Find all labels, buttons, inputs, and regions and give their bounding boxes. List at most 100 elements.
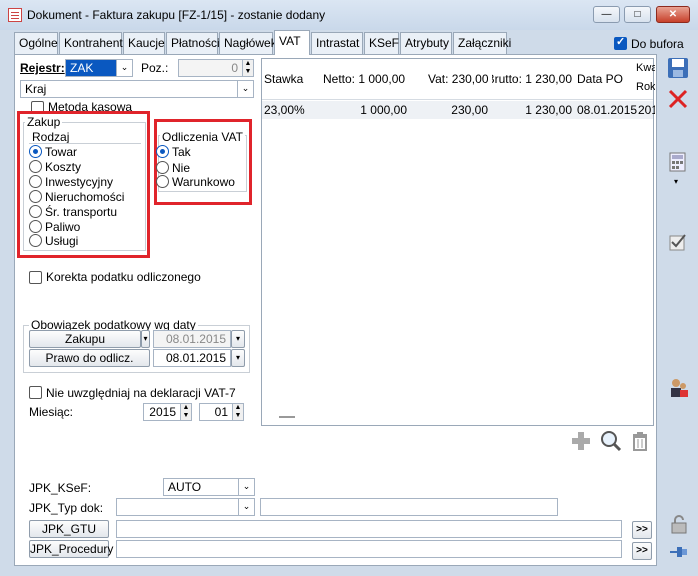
calculator-icon[interactable] <box>668 152 688 174</box>
month-spinner[interactable]: ▲ ▼ <box>232 403 244 421</box>
col-stawka[interactable]: Stawka <box>264 59 320 99</box>
col-rok[interactable]: Rok <box>636 81 655 97</box>
col-vat[interactable]: Vat: 230,00 <box>428 59 488 99</box>
nie-radio[interactable] <box>156 161 169 174</box>
col-kwalifikacja[interactable]: Kwalifikacja <box>636 62 655 78</box>
zakupu-dropdown[interactable]: ▾ <box>141 330 150 348</box>
jpk-typ-label: JPK_Typ dok: <box>29 501 104 515</box>
zakupu-date[interactable]: 08.01.2015 <box>153 330 231 348</box>
cell-brutto: 1 230,00 <box>525 103 572 117</box>
paliwo-radio[interactable] <box>29 220 42 233</box>
jpk-typ-description <box>260 498 558 516</box>
poz-field[interactable]: 0 <box>178 59 243 77</box>
tab-atrybuty[interactable]: Atrybuty <box>400 32 452 54</box>
lock-icon[interactable] <box>669 514 689 534</box>
rejestr-label: Rejestr: <box>20 61 65 75</box>
trash-icon[interactable] <box>631 431 649 451</box>
year-field[interactable]: 2015 <box>143 403 181 421</box>
tab-zalaczniki[interactable]: Załączniki <box>453 32 511 54</box>
prawo-button[interactable]: Prawo do odlicz. <box>29 349 150 367</box>
uslugi-label: Usługi <box>45 234 79 248</box>
calendar-dropdown[interactable]: ▾ <box>231 349 245 367</box>
title-bar: Dokument - Faktura zakupu [FZ-1/15] - zo… <box>0 0 698 30</box>
document-icon <box>8 8 22 22</box>
divider <box>29 143 141 144</box>
warunkowo-radio[interactable] <box>156 175 169 188</box>
col-data-po[interactable]: Data PO <box>577 59 637 99</box>
nieruchomosci-radio[interactable] <box>29 190 42 203</box>
jpk-procedury-expand-button[interactable]: >> <box>632 542 652 560</box>
rodzaj-label: Rodzaj <box>32 130 70 144</box>
koszty-label: Koszty <box>45 160 82 174</box>
cell-vat: 230,00 <box>451 103 488 117</box>
jpk-procedury-field[interactable] <box>116 540 622 558</box>
tab-platnosci[interactable]: Płatności <box>166 32 220 54</box>
miesiac-label: Miesiąc: <box>29 405 74 419</box>
year-spinner[interactable]: ▲ ▼ <box>180 403 192 421</box>
odliczenia-title: Odliczenia VAT <box>160 130 245 144</box>
jpk-ksef-value: AUTO <box>168 480 202 494</box>
jpk-gtu-field[interactable] <box>116 520 622 538</box>
save-icon[interactable] <box>666 56 690 80</box>
poz-spinner[interactable]: ▲ ▼ <box>242 59 254 77</box>
kraj-select[interactable]: Kraj ⌄ <box>20 80 254 98</box>
sr-transportu-radio[interactable] <box>29 205 42 218</box>
tak-label: Tak <box>172 145 191 159</box>
cell-rok: 201 <box>638 103 655 117</box>
chevron-down-icon[interactable]: ▾ <box>674 177 678 186</box>
tab-ogolne[interactable]: Ogólne <box>14 32 58 54</box>
towar-radio[interactable] <box>29 145 42 158</box>
users-icon[interactable] <box>668 377 690 399</box>
rejestr-value: ZAK <box>66 60 116 76</box>
cell-stawka: 23,00% <box>264 103 305 117</box>
month-field[interactable]: 01 <box>199 403 233 421</box>
inwestycyjny-radio[interactable] <box>29 175 42 188</box>
calendar-dropdown[interactable]: ▾ <box>231 330 245 348</box>
check-icon: ✓ <box>616 36 626 48</box>
rejestr-select[interactable]: ZAK ⌄ <box>65 59 133 77</box>
cancel-icon[interactable] <box>667 88 689 110</box>
add-icon[interactable] <box>571 431 591 451</box>
vat-table: Stawka Netto: 1 000,00 Vat: 230,00 Brutt… <box>261 58 655 426</box>
vat-tab-panel: Rejestr: ZAK ⌄ Poz.: 0 ▲ ▼ Kraj ⌄ Metoda … <box>14 54 657 566</box>
zakup-title: Zakup <box>25 115 63 129</box>
col-netto[interactable]: Netto: 1 000,00 <box>323 59 407 99</box>
nie-uwzgledniaj-checkbox[interactable] <box>29 386 42 399</box>
col-brutto[interactable]: Brutto: 1 230,00 <box>492 59 572 99</box>
towar-label: Towar <box>45 145 78 159</box>
tab-intrastat[interactable]: Intrastat <box>311 32 363 54</box>
tab-vat[interactable]: VAT <box>274 30 310 55</box>
maximize-button[interactable]: □ <box>624 6 651 23</box>
korekta-label: Korekta podatku odliczonego <box>46 270 201 284</box>
inwestycyjny-label: Inwestycyjny <box>45 175 114 189</box>
korekta-checkbox[interactable] <box>29 271 42 284</box>
pin-icon[interactable] <box>669 542 689 562</box>
tak-radio[interactable] <box>156 145 169 158</box>
jpk-ksef-select[interactable]: AUTO ⌄ <box>163 478 255 496</box>
chevron-down-icon: ⌄ <box>237 80 253 98</box>
tab-ksef[interactable]: KSeF <box>364 32 399 54</box>
jpk-procedury-button[interactable]: JPK_Procedury <box>29 540 113 558</box>
approve-icon[interactable] <box>668 232 688 252</box>
uslugi-radio[interactable] <box>29 234 42 247</box>
jpk-typ-select[interactable]: ⌄ <box>116 498 255 516</box>
search-icon[interactable] <box>600 430 622 452</box>
prawo-date[interactable]: 08.01.2015 <box>153 349 231 367</box>
cell-netto: 1 000,00 <box>360 103 407 117</box>
paliwo-label: Paliwo <box>45 220 81 234</box>
nie-uwzgledniaj-label: Nie uwzględniaj na deklaracji VAT-7 <box>46 386 236 400</box>
scrollbar-thumb[interactable] <box>279 416 295 418</box>
chevron-down-icon: ⌄ <box>238 498 254 516</box>
minimize-button[interactable]: — <box>593 6 620 23</box>
tab-naglowek[interactable]: Nagłówek <box>219 32 277 54</box>
jpk-gtu-expand-button[interactable]: >> <box>632 521 652 539</box>
close-button[interactable]: ✕ <box>656 6 690 23</box>
divider <box>262 99 653 100</box>
poz-label: Poz.: <box>141 61 169 75</box>
tab-kontrahent[interactable]: Kontrahent <box>59 32 123 54</box>
zakupu-button[interactable]: Zakupu <box>29 330 141 348</box>
jpk-gtu-button[interactable]: JPK_GTU <box>29 520 109 538</box>
window-title: Dokument - Faktura zakupu [FZ-1/15] - zo… <box>27 8 326 22</box>
koszty-radio[interactable] <box>29 160 42 173</box>
tab-kaucje[interactable]: Kaucje <box>123 32 165 54</box>
